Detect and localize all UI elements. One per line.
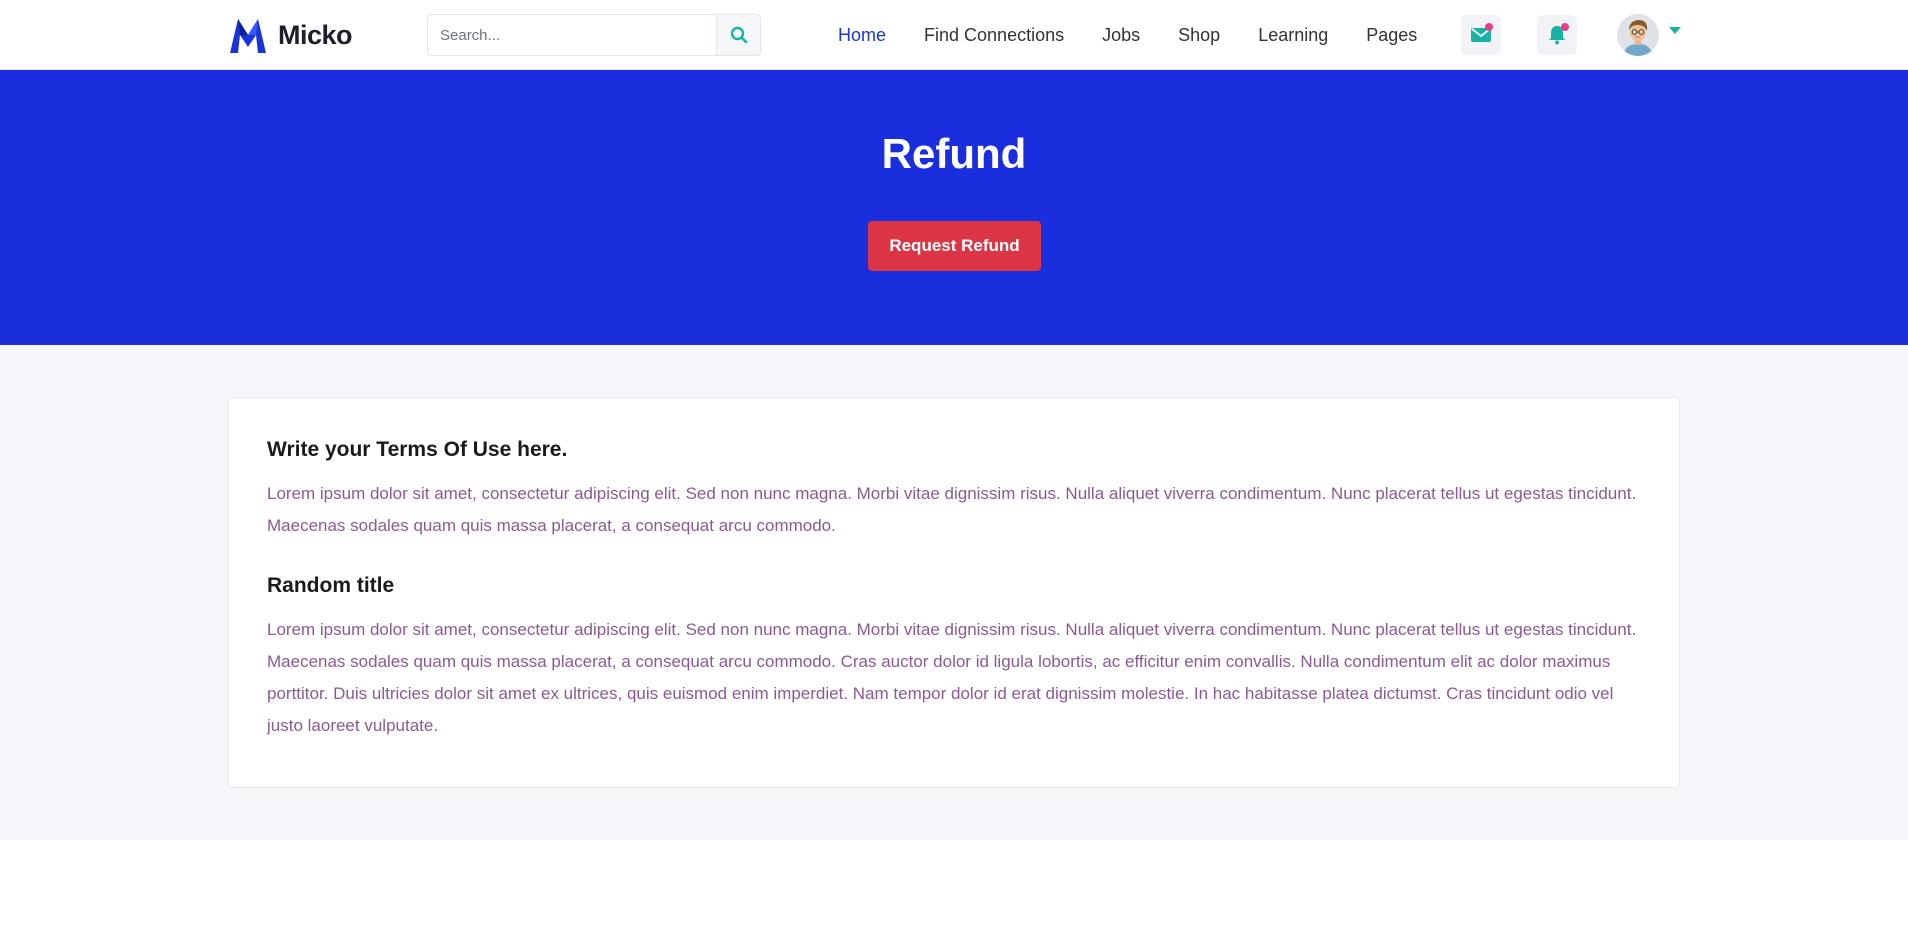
refund-card: Write your Terms Of Use here. Lorem ipsu… bbox=[228, 397, 1680, 788]
section-body: Lorem ipsum dolor sit amet, consectetur … bbox=[267, 484, 1637, 535]
nav-learning[interactable]: Learning bbox=[1258, 25, 1328, 46]
messages-button[interactable] bbox=[1461, 15, 1501, 55]
search-box bbox=[427, 14, 761, 56]
notifications-badge bbox=[1561, 23, 1569, 31]
section-title: Random title bbox=[267, 574, 395, 597]
search-input[interactable] bbox=[428, 15, 716, 55]
user-avatar[interactable] bbox=[1617, 14, 1659, 56]
avatar-icon bbox=[1617, 14, 1659, 56]
nav-jobs[interactable]: Jobs bbox=[1102, 25, 1140, 46]
top-navbar: Micko Home Find Connections Jobs Shop Le… bbox=[0, 0, 1908, 70]
hero-banner: Refund Request Refund bbox=[0, 70, 1908, 345]
logo-icon bbox=[230, 19, 266, 53]
request-refund-button[interactable]: Request Refund bbox=[868, 221, 1041, 271]
section-title: Write your Terms Of Use here. bbox=[267, 438, 568, 461]
brand-logo[interactable]: Micko bbox=[226, 12, 353, 58]
search-icon bbox=[730, 26, 747, 44]
nav-find-connections[interactable]: Find Connections bbox=[924, 25, 1064, 46]
content-area: Write your Terms Of Use here. Lorem ipsu… bbox=[0, 345, 1908, 840]
nav-home[interactable]: Home bbox=[838, 25, 886, 46]
section-body: Lorem ipsum dolor sit amet, consectetur … bbox=[267, 620, 1637, 735]
nav-shop[interactable]: Shop bbox=[1178, 25, 1220, 46]
brand-name: Micko bbox=[278, 19, 353, 50]
notifications-button[interactable] bbox=[1537, 15, 1577, 55]
main-nav: Home Find Connections Jobs Shop Learning… bbox=[838, 0, 1455, 70]
nav-pages[interactable]: Pages bbox=[1366, 25, 1417, 46]
page-title: Refund bbox=[881, 130, 1027, 177]
messages-badge bbox=[1485, 23, 1493, 31]
caret-down-icon[interactable] bbox=[1669, 27, 1681, 35]
search-button[interactable] bbox=[716, 15, 760, 55]
